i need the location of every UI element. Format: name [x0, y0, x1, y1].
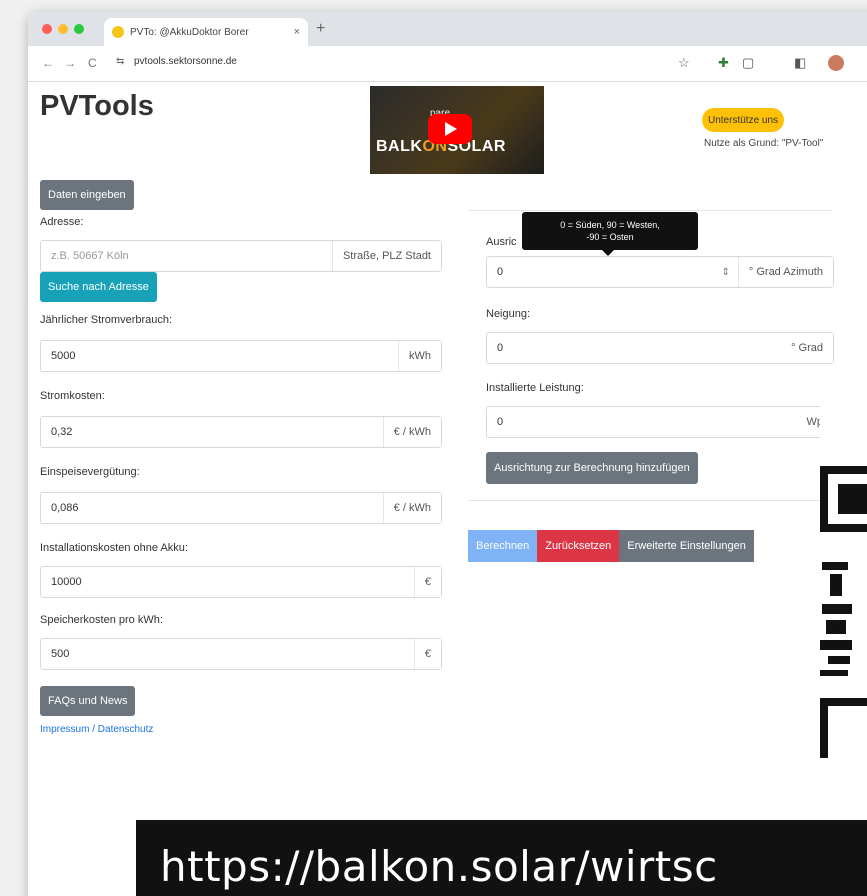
storage-cost-field[interactable]: 500 €: [40, 638, 442, 670]
advanced-settings-button[interactable]: Erweiterte Einstellungen: [619, 530, 754, 562]
consumption-input[interactable]: 5000: [41, 341, 398, 371]
tilt-unit: ° Grad: [781, 333, 833, 363]
reload-icon[interactable]: C: [88, 56, 97, 70]
reset-button[interactable]: Zurücksetzen: [537, 530, 620, 562]
minimize-window-button[interactable]: [58, 24, 68, 34]
orientation-unit: ° Grad Azimuth: [737, 257, 833, 287]
consumption-field[interactable]: 5000 kWh: [40, 340, 442, 372]
tilt-field[interactable]: 0 ° Grad: [486, 332, 834, 364]
reader-icon[interactable]: ▢: [742, 55, 754, 71]
tooltip-line2: -90 = Osten: [586, 232, 634, 242]
support-note: Nutze als Grund: "PV-Tool": [704, 138, 824, 149]
address-field[interactable]: z.B. 50667 Köln Straße, PLZ Stadt: [40, 240, 442, 272]
add-orientation-button[interactable]: Ausrichtung zur Berechnung hinzufügen: [486, 452, 698, 484]
install-cost-unit: €: [413, 567, 441, 597]
favicon-icon: [112, 26, 124, 38]
browser-tab[interactable]: PVTo: @AkkuDoktor Borer ×: [104, 18, 308, 46]
install-cost-label: Installationskosten ohne Akku:: [40, 542, 188, 554]
tooltip-line1: 0 = Süden, 90 = Westen,: [560, 220, 660, 230]
brand-title: PVTools: [40, 90, 154, 122]
banner-url-text: https://balkon.solar/wirtsc: [160, 842, 718, 891]
tab-close-icon[interactable]: ×: [294, 26, 300, 38]
cost-unit: € / kWh: [382, 417, 441, 447]
star-icon[interactable]: ☆: [678, 55, 690, 71]
power-field[interactable]: 0 Wp: [486, 406, 834, 438]
consumption-label: Jährlicher Stromverbrauch:: [40, 314, 173, 326]
orientation-tooltip: 0 = Süden, 90 = Westen, -90 = Osten: [522, 212, 698, 256]
qr-code: [820, 394, 867, 758]
video-thumbnail[interactable]: pare ... BALKONSOLAR: [370, 86, 544, 174]
storage-cost-unit: €: [413, 639, 441, 669]
sidepanel-icon[interactable]: ◧: [794, 55, 806, 71]
url-banner: https://balkon.solar/wirtsc: [136, 820, 867, 896]
tilt-input[interactable]: 0: [487, 333, 781, 363]
page-content: PVTools pare ... BALKONSOLAR Unterstütze…: [28, 82, 867, 896]
consumption-unit: kWh: [398, 341, 441, 371]
address-label: Adresse:: [40, 216, 84, 228]
power-input[interactable]: 0: [487, 407, 797, 437]
orientation-field[interactable]: 0 ⇕ ° Grad Azimuth: [486, 256, 834, 288]
install-cost-input[interactable]: 10000: [41, 567, 414, 597]
install-cost-field[interactable]: 10000 €: [40, 566, 442, 598]
maximize-window-button[interactable]: [74, 24, 84, 34]
panel-divider-bottom: [468, 500, 832, 501]
feedin-label: Einspeisevergütung:: [40, 466, 140, 478]
new-tab-button[interactable]: +: [316, 20, 325, 38]
feedin-unit: € / kWh: [382, 493, 441, 523]
site-info-icon[interactable]: ⇆: [116, 56, 124, 67]
faq-news-button[interactable]: FAQs und News: [40, 686, 136, 716]
cost-input[interactable]: 0,32: [41, 417, 383, 447]
search-address-button[interactable]: Suche nach Adresse: [40, 272, 157, 302]
calculate-button[interactable]: Berechnen: [468, 530, 538, 562]
tab-bar: PVTo: @AkkuDoktor Borer × + ⌄: [28, 12, 867, 46]
storage-cost-input[interactable]: 500: [41, 639, 414, 669]
spinner-icon[interactable]: ⇕: [714, 257, 738, 287]
close-window-button[interactable]: [42, 24, 52, 34]
address-bar: ← → C ⇆ pvtools.sektorsonne.de ☆ ✚ ▢ ◧: [28, 46, 867, 82]
orientation-input[interactable]: 0: [487, 257, 714, 287]
address-addon: Straße, PLZ Stadt: [331, 241, 441, 271]
feedin-input[interactable]: 0,086: [41, 493, 383, 523]
extensions-icon[interactable]: ✚: [718, 55, 729, 71]
back-icon[interactable]: ←: [42, 56, 54, 70]
power-label: Installierte Leistung:: [486, 382, 584, 394]
url-text[interactable]: pvtools.sektorsonne.de: [134, 56, 237, 67]
support-button[interactable]: Unterstütze uns: [702, 108, 785, 132]
action-button-group: Berechnen Zurücksetzen Erweiterte Einste…: [468, 530, 754, 562]
address-input[interactable]: z.B. 50667 Köln: [41, 241, 332, 271]
enter-data-button[interactable]: Daten eingeben: [40, 180, 134, 210]
browser-window: PVTo: @AkkuDoktor Borer × + ⌄ ← → C ⇆ pv…: [28, 12, 867, 896]
cost-field[interactable]: 0,32 € / kWh: [40, 416, 442, 448]
storage-cost-label: Speicherkosten pro kWh:: [40, 614, 163, 626]
tab-title: PVTo: @AkkuDoktor Borer: [130, 26, 249, 38]
cost-label: Stromkosten:: [40, 390, 105, 402]
panel-divider-top: [468, 210, 832, 211]
tilt-label: Neigung:: [486, 308, 531, 320]
forward-icon[interactable]: →: [64, 56, 76, 70]
orientation-label: Ausric: [486, 236, 517, 248]
play-icon[interactable]: [428, 114, 472, 144]
impressum-link[interactable]: Impressum / Datenschutz: [40, 724, 153, 735]
feedin-field[interactable]: 0,086 € / kWh: [40, 492, 442, 524]
profile-avatar[interactable]: [828, 55, 844, 71]
